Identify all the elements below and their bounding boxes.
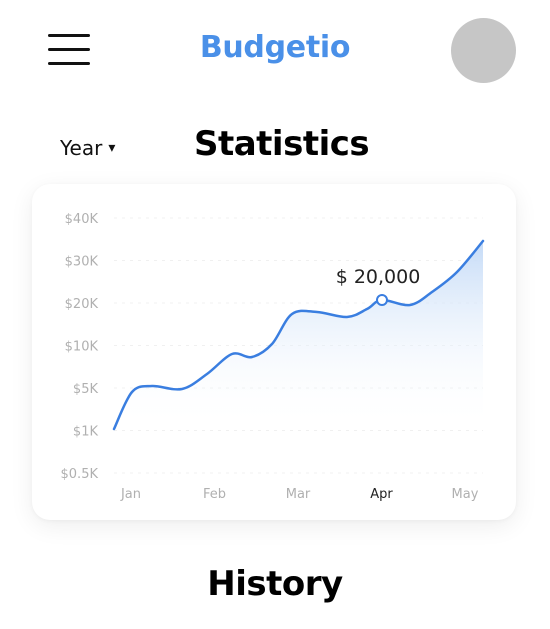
period-dropdown-label: Year bbox=[60, 136, 103, 160]
x-tick-label: Mar bbox=[286, 487, 311, 502]
period-dropdown[interactable]: Year ▾ bbox=[60, 136, 115, 160]
history-title: History bbox=[207, 564, 343, 604]
y-tick-label: $40K bbox=[65, 212, 99, 227]
y-tick-label: $30K bbox=[65, 255, 99, 270]
y-tick-label: $5K bbox=[73, 382, 99, 397]
statistics-title: Statistics bbox=[194, 124, 370, 164]
x-tick-label: Feb bbox=[203, 487, 226, 502]
chevron-down-icon: ▾ bbox=[108, 140, 116, 156]
y-tick-label: $0.5K bbox=[61, 467, 99, 482]
y-tick-label: $1K bbox=[73, 425, 99, 440]
budget-statistics-screen: Budgetio Year ▾ Statistics $40K $30K $20K $… bbox=[0, 0, 550, 629]
y-tick-label: $10K bbox=[65, 340, 99, 355]
chart-area-fill bbox=[114, 241, 483, 429]
highlight-point bbox=[376, 294, 388, 306]
x-tick-label: May bbox=[452, 487, 479, 502]
x-tick-label: Apr bbox=[370, 487, 393, 502]
user-avatar[interactable] bbox=[451, 18, 516, 83]
x-tick-label: Jan bbox=[120, 487, 141, 502]
y-tick-label: $20K bbox=[65, 297, 99, 312]
statistics-chart-card: $40K $30K $20K $10K $5K $1K $0.5K Jan Feb Mar Apr M… bbox=[32, 184, 516, 520]
highlight-value-label: $ 20,000 bbox=[336, 266, 421, 288]
statistics-chart: $40K $30K $20K $10K $5K $1K $0.5K Jan Feb Mar Apr M… bbox=[61, 212, 485, 502]
